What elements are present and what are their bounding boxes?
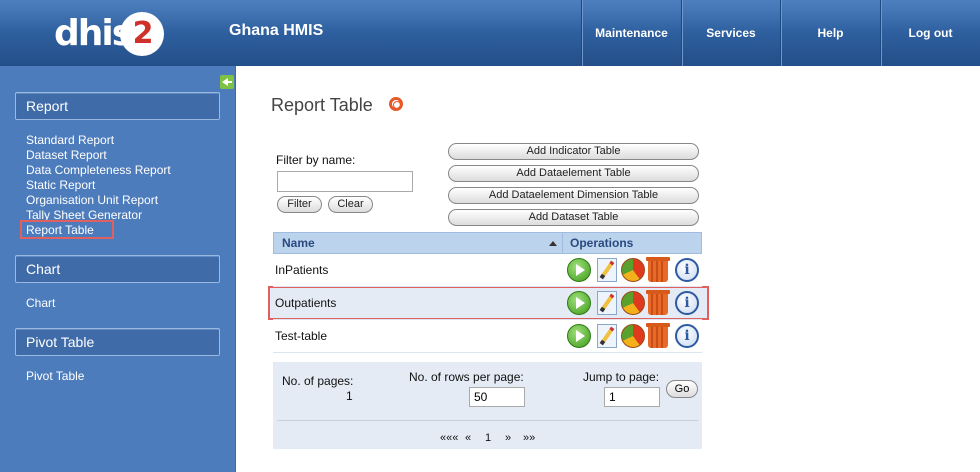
row-name: Outpatients xyxy=(275,296,337,310)
menu-help[interactable]: Help xyxy=(780,0,880,66)
sidebar-item-report-table[interactable]: Report Table xyxy=(26,223,94,238)
top-menu: Maintenance Services Help Log out xyxy=(581,0,980,66)
rows-per-page-input[interactable] xyxy=(469,387,525,407)
run-icon[interactable] xyxy=(567,291,591,315)
table-row: InPatients i xyxy=(273,254,702,287)
next-page-link[interactable]: » xyxy=(505,432,511,444)
sidebar-item-pivot-table[interactable]: Pivot Table xyxy=(26,369,84,384)
jump-to-page-input[interactable] xyxy=(604,387,660,407)
add-dataelement-table-button[interactable]: Add Dataelement Table xyxy=(448,165,699,182)
info-icon[interactable]: i xyxy=(675,324,699,348)
delete-icon[interactable] xyxy=(646,323,670,348)
collapse-sidebar-icon[interactable] xyxy=(220,75,234,89)
column-name[interactable]: Name xyxy=(282,236,315,250)
rows-per-page-label: No. of rows per page: xyxy=(409,370,524,384)
column-operations: Operations xyxy=(570,236,634,250)
section-report[interactable]: Report xyxy=(15,92,220,120)
sidebar-item-standard-report[interactable]: Standard Report xyxy=(26,133,114,148)
sort-ascending-icon[interactable] xyxy=(549,241,557,246)
row-operations: i xyxy=(567,290,701,315)
chart-icon[interactable] xyxy=(621,258,645,282)
pages-value: 1 xyxy=(346,389,353,403)
row-operations: i xyxy=(567,257,701,282)
add-dataset-table-button[interactable]: Add Dataset Table xyxy=(448,209,699,226)
clear-button[interactable]: Clear xyxy=(328,196,373,213)
menu-maintenance[interactable]: Maintenance xyxy=(581,0,681,66)
sidebar: Report Standard Report Dataset Report Da… xyxy=(0,66,236,472)
edit-icon[interactable] xyxy=(597,291,617,315)
pager-divider xyxy=(277,420,698,421)
table-row: Outpatients i xyxy=(273,287,702,320)
row-name: Test-table xyxy=(275,329,328,343)
row-name: InPatients xyxy=(275,263,329,277)
help-lifebuoy-icon[interactable] xyxy=(389,97,403,111)
chart-icon[interactable] xyxy=(621,291,645,315)
last-page-link[interactable]: »» xyxy=(523,432,535,444)
pager: No. of pages: 1 No. of rows per page: Ju… xyxy=(273,362,702,449)
go-button[interactable]: Go xyxy=(666,380,698,398)
info-icon[interactable]: i xyxy=(675,291,699,315)
filter-button[interactable]: Filter xyxy=(277,196,322,213)
run-icon[interactable] xyxy=(567,258,591,282)
sidebar-item-data-completeness-report[interactable]: Data Completeness Report xyxy=(26,163,171,178)
current-page: 1 xyxy=(485,432,492,444)
menu-services[interactable]: Services xyxy=(681,0,780,66)
add-indicator-table-button[interactable]: Add Indicator Table xyxy=(448,143,699,160)
table-row: Test-table i xyxy=(273,320,702,353)
run-icon[interactable] xyxy=(567,324,591,348)
delete-icon[interactable] xyxy=(646,257,670,282)
dhis2-logo[interactable]: dhis 2 xyxy=(54,12,164,56)
filter-label: Filter by name: xyxy=(276,153,356,167)
menu-log-out[interactable]: Log out xyxy=(880,0,980,66)
pages-label: No. of pages: xyxy=(282,374,354,388)
sidebar-item-dataset-report[interactable]: Dataset Report xyxy=(26,148,107,163)
filter-input[interactable] xyxy=(277,171,413,192)
edit-icon[interactable] xyxy=(597,258,617,282)
first-page-link[interactable]: ««« xyxy=(440,432,458,444)
sidebar-item-chart[interactable]: Chart xyxy=(26,296,55,311)
table-header: Name Operations xyxy=(273,232,702,254)
delete-icon[interactable] xyxy=(646,290,670,315)
add-dataelement-dimension-table-button[interactable]: Add Dataelement Dimension Table xyxy=(448,187,699,204)
info-icon[interactable]: i xyxy=(675,258,699,282)
section-chart[interactable]: Chart xyxy=(15,255,220,283)
sidebar-item-static-report[interactable]: Static Report xyxy=(26,178,95,193)
row-operations: i xyxy=(567,323,701,348)
column-divider xyxy=(562,233,563,253)
section-pivot-table[interactable]: Pivot Table xyxy=(15,328,220,356)
app-title: Ghana HMIS xyxy=(229,22,324,39)
page-title: Report Table xyxy=(271,95,373,115)
jump-to-page-label: Jump to page: xyxy=(583,370,660,384)
previous-page-link[interactable]: « xyxy=(465,432,471,444)
sidebar-item-organisation-unit-report[interactable]: Organisation Unit Report xyxy=(26,193,158,208)
logo-number: 2 xyxy=(132,16,154,51)
edit-icon[interactable] xyxy=(597,324,617,348)
top-header: dhis 2 Ghana HMIS Maintenance Services H… xyxy=(0,0,980,66)
chart-icon[interactable] xyxy=(621,324,645,348)
